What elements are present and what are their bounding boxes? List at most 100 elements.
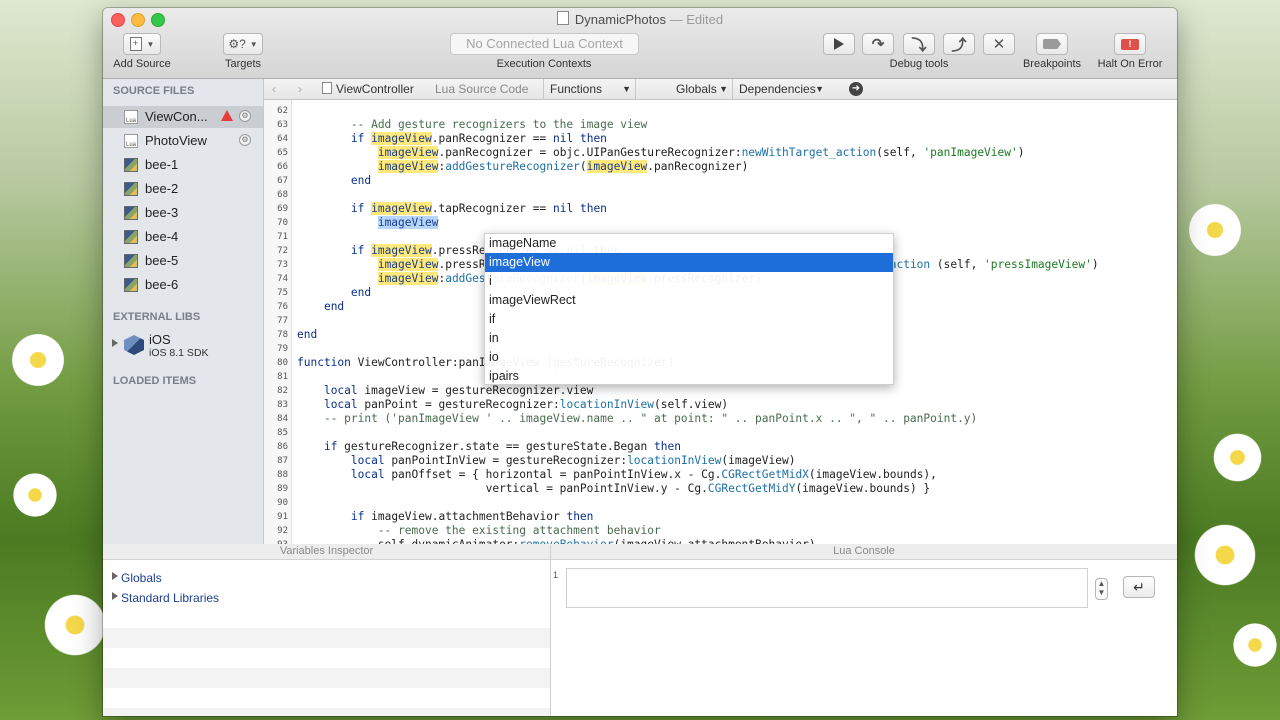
- panel-divider[interactable]: [550, 545, 551, 716]
- sidebar-item-label: bee-2: [145, 181, 179, 196]
- breakpoints-button[interactable]: [1036, 33, 1068, 55]
- image-file-icon: [124, 158, 138, 172]
- forward-arrow-icon[interactable]: ›: [298, 79, 302, 99]
- jump-file-item[interactable]: ViewController: [322, 79, 414, 99]
- targets-button[interactable]: ⚙? ▼: [223, 33, 263, 55]
- table-row: [103, 668, 550, 688]
- disclosure-triangle-icon[interactable]: [112, 592, 118, 600]
- sidebar-item-bee-2[interactable]: bee-2: [103, 178, 263, 200]
- line-number: 75: [277, 288, 288, 298]
- line-number: 78: [277, 330, 288, 340]
- breakpoints-label: Breakpoints: [1022, 58, 1082, 70]
- line-number: 90: [277, 498, 288, 508]
- autocomplete-item[interactable]: ipairs: [485, 367, 893, 384]
- ios-sdk-label: iOS 8.1 SDK: [149, 347, 209, 359]
- step-into-icon: ⤵: [911, 36, 927, 54]
- image-file-icon: [124, 278, 138, 292]
- add-source-button[interactable]: + ▼: [123, 33, 161, 55]
- autocomplete-item[interactable]: imageViewRect: [485, 291, 893, 310]
- sidebar-item-label: bee-5: [145, 253, 179, 268]
- sidebar-item-bee-5[interactable]: bee-5: [103, 250, 263, 272]
- play-icon: [834, 38, 844, 50]
- autocomplete-popup[interactable]: imageName imageView i imageViewRect if i…: [484, 233, 894, 385]
- disclosure-triangle-icon[interactable]: [112, 572, 118, 580]
- sidebar-item-viewcontroller[interactable]: Lua ViewCon... ⚙: [103, 106, 263, 128]
- code-line: end: [350, 174, 372, 187]
- add-source-label: Add Source: [113, 58, 171, 70]
- chevron-down-icon: ▼: [622, 84, 631, 94]
- sidebar-item-ios[interactable]: iOS iOS 8.1 SDK: [103, 330, 263, 362]
- line-number: 67: [277, 176, 288, 186]
- code-line: imageView: [377, 216, 439, 229]
- sidebar-item-bee-4[interactable]: bee-4: [103, 226, 263, 248]
- variables-row-standard-libraries[interactable]: Standard Libraries: [103, 588, 550, 608]
- go-forward-icon[interactable]: ➜: [849, 82, 863, 96]
- line-number: 80: [277, 358, 288, 368]
- variables-row-globals[interactable]: Globals: [103, 568, 550, 588]
- image-file-icon: [124, 182, 138, 196]
- line-number: 63: [277, 120, 288, 130]
- autocomplete-item[interactable]: i: [485, 272, 893, 291]
- jump-source-item[interactable]: Lua Source Code: [435, 79, 528, 99]
- history-stepper[interactable]: ▲ ▼: [1095, 578, 1108, 600]
- dependencies-popup[interactable]: Dependencies ▼: [732, 79, 828, 99]
- autocomplete-item[interactable]: if: [485, 310, 893, 329]
- code-editor[interactable]: 62 63 64 65 66 67 68 69 70 71 72 73 74 75 76 77 78 79 80 81…: [264, 100, 1177, 544]
- halt-on-error-button[interactable]: !: [1114, 33, 1146, 55]
- sidebar-item-bee-1[interactable]: bee-1: [103, 154, 263, 176]
- console-line-number: 1: [553, 570, 559, 580]
- sdk-cube-icon: [124, 335, 144, 355]
- execution-contexts-label: Execution Contexts: [496, 58, 592, 70]
- execute-return-button[interactable]: ↵: [1123, 576, 1155, 598]
- toolbar: DynamicPhotos — Edited + ▼ Add Source ⚙?…: [103, 8, 1177, 79]
- app-window: DynamicPhotos — Edited + ▼ Add Source ⚙?…: [103, 8, 1177, 716]
- autocomplete-item[interactable]: in: [485, 329, 893, 348]
- code-line: -- print ('panImageView ' .. imageView.n…: [297, 412, 978, 425]
- line-number: 66: [277, 162, 288, 172]
- lua-console-input[interactable]: [566, 568, 1088, 608]
- line-number: 82: [277, 386, 288, 396]
- step-out-button[interactable]: ⤴: [943, 33, 975, 55]
- sidebar-item-bee-6[interactable]: bee-6: [103, 274, 263, 296]
- line-number: 79: [277, 344, 288, 354]
- step-into-button[interactable]: ⤵: [903, 33, 935, 55]
- globals-popup[interactable]: Globals ▼: [635, 79, 732, 99]
- lua-file-icon: [322, 82, 332, 94]
- settings-badge-icon[interactable]: ⚙: [239, 134, 251, 146]
- line-number: 73: [277, 260, 288, 270]
- error-breakpoint-icon: !: [1121, 38, 1139, 50]
- stop-button[interactable]: ✕: [983, 33, 1015, 55]
- jump-bar: ‹ › ViewController Lua Source Code Funct…: [264, 79, 1177, 100]
- functions-popup[interactable]: Functions ▼: [543, 79, 635, 99]
- step-out-icon: ⤴: [951, 36, 967, 54]
- lua-context-field[interactable]: No Connected Lua Context: [450, 33, 639, 55]
- line-number: 92: [277, 526, 288, 536]
- sidebar-item-photoview[interactable]: Lua PhotoView ⚙: [103, 130, 263, 152]
- image-file-icon: [124, 254, 138, 268]
- run-button[interactable]: [823, 33, 855, 55]
- image-file-icon: [124, 206, 138, 220]
- back-arrow-icon[interactable]: ‹: [272, 79, 276, 99]
- line-number: 76: [277, 302, 288, 312]
- settings-badge-icon[interactable]: ⚙: [239, 110, 251, 122]
- line-number: 74: [277, 274, 288, 284]
- halt-on-error-label: Halt On Error: [1097, 58, 1163, 70]
- line-number: 70: [277, 218, 288, 228]
- lua-file-icon: Lua: [124, 110, 138, 124]
- code-line: -- remove the existing attachment behavi…: [297, 524, 661, 537]
- disclosure-triangle-icon[interactable]: [112, 339, 118, 347]
- sidebar-item-bee-3[interactable]: bee-3: [103, 202, 263, 224]
- table-row: [103, 628, 550, 648]
- variables-inspector-title: Variables Inspector: [103, 545, 550, 560]
- code-line: -- Add gesture recognizers to the image …: [297, 118, 648, 131]
- step-over-button[interactable]: ↷: [862, 33, 894, 55]
- close-icon: ✕: [992, 36, 1006, 53]
- autocomplete-item-selected[interactable]: imageView: [485, 253, 893, 272]
- breakpoint-icon: [1043, 39, 1061, 49]
- autocomplete-item[interactable]: imageName: [485, 234, 893, 253]
- autocomplete-item[interactable]: io: [485, 348, 893, 367]
- image-file-icon: [124, 230, 138, 244]
- line-number: 71: [277, 232, 288, 242]
- line-number: 83: [277, 400, 288, 410]
- chevron-down-icon: ▼: [146, 39, 155, 49]
